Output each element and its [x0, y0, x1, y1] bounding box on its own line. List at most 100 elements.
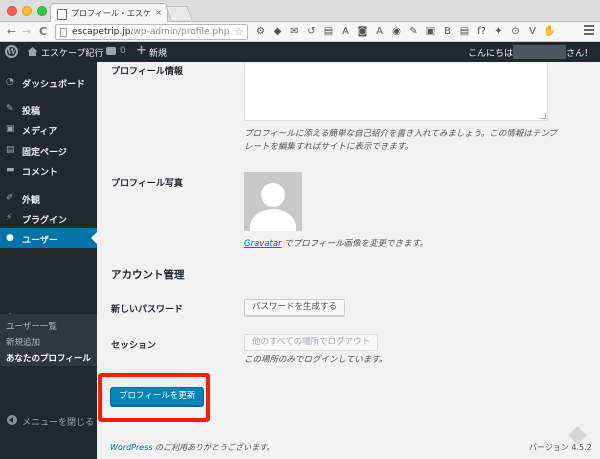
camera-ext-icon[interactable]: ◙	[356, 25, 369, 38]
sidebar-item-label: コメント	[22, 168, 59, 178]
collapse-arrow-icon	[7, 415, 17, 425]
tab-ext-icon[interactable]: ▤	[322, 25, 335, 38]
browser-window: プロフィール・エスケープ紀 × ← → C escapetrip.jp/wp-a…	[0, 0, 600, 459]
address-bar[interactable]: escapetrip.jp/wp-admin/profile.php ☆	[55, 24, 248, 40]
tab-title: プロフィール・エスケープ紀	[71, 9, 151, 18]
collapse-menu-label: メニューを閉じる	[22, 418, 95, 428]
site-name-link[interactable]: エスケープ紀行	[41, 46, 103, 59]
bio-textarea[interactable]	[244, 62, 548, 121]
record-ext-icon[interactable]: ◉	[390, 25, 403, 38]
account-management-heading: アカウント管理	[111, 269, 185, 281]
profile-avatar	[244, 172, 302, 231]
bold-ext-icon[interactable]: B	[441, 25, 454, 38]
bio-description: プロフィールに添える簡単な自己紹介を書き入れてみましょう。この情報はテンプレート…	[244, 129, 558, 152]
minimize-window-button[interactable]	[22, 6, 32, 16]
sidebar-item-label: ダッシュボード	[22, 80, 86, 90]
comments-icon[interactable]	[106, 47, 116, 55]
new-content-link[interactable]: 新規	[149, 46, 167, 59]
submenu-add-new[interactable]: 新規追加	[6, 336, 40, 348]
hand-ext-icon[interactable]: ✋	[543, 25, 556, 38]
dashboard-icon: ◔	[6, 77, 14, 87]
sidebar-item-label: 固定ページ	[22, 148, 67, 158]
home-icon	[27, 47, 38, 56]
sidebar-item-3[interactable]: ▤ 固定ページ	[0, 140, 97, 160]
brush-icon: ✐	[6, 193, 14, 203]
dropper-ext-icon[interactable]: ✦	[492, 25, 505, 38]
sidebar-item-1[interactable]: ✎ 投稿	[0, 99, 97, 119]
sidebar-item-label: メディア	[22, 127, 58, 137]
greeting-suffix[interactable]: さん！	[566, 46, 593, 59]
sidebar-item-label: 投稿	[22, 107, 41, 117]
wp-admin-bar: W エスケープ紀行 0 + 新規 こんにちは、 さん！	[0, 42, 600, 62]
resize-handle-icon[interactable]	[540, 113, 546, 119]
footer-version: バージョン 4.5.2	[529, 443, 592, 452]
footer-text: のご利用ありがとうございます。	[152, 443, 275, 452]
sidebar-item-label: 外観	[22, 196, 41, 206]
font-ext-icon[interactable]: A	[339, 25, 352, 38]
generate-password-button[interactable]: パスワードを生成する	[244, 299, 346, 316]
translate-ext-icon[interactable]: A	[373, 25, 386, 38]
settings-ext-icon[interactable]: ⚙	[254, 25, 267, 38]
browser-menu-icon[interactable]	[584, 25, 594, 37]
mail-ext-icon[interactable]: ✉	[288, 25, 301, 38]
gravatar-description: Gravatar でプロフィール画像を変更できます。	[244, 237, 428, 249]
plug-icon: ⚡	[6, 213, 13, 223]
tab-profile[interactable]: プロフィール・エスケープ紀 ×	[50, 3, 168, 23]
collapse-menu-button[interactable]: メニューを閉じる	[0, 410, 97, 430]
close-window-button[interactable]	[7, 6, 17, 16]
sidebar-item-2[interactable]: ▣ メディア	[0, 119, 97, 139]
vue-ext-icon[interactable]: V	[526, 25, 539, 38]
zoom-window-button[interactable]	[37, 6, 47, 16]
sessions-label: セッション	[111, 341, 157, 351]
comment-icon: ▬	[6, 165, 15, 175]
plus-icon[interactable]: +	[136, 43, 147, 58]
wordpress-logo-icon[interactable]: W	[5, 45, 18, 58]
url-path: /wp-admin/profile.php	[130, 27, 230, 37]
circle-ext-icon[interactable]: ⊙	[509, 25, 522, 38]
profile-photo-label: プロフィール写真	[111, 179, 183, 189]
back-arrow-icon[interactable]: ←	[7, 25, 16, 38]
notes-ext-icon[interactable]: ▤	[458, 25, 471, 38]
sidebar-item-6[interactable]: ⚡ プラグイン	[0, 208, 97, 228]
gravatar-text: でプロフィール画像を変更できます。	[281, 239, 428, 249]
pen-ext-icon[interactable]: ✎	[407, 25, 420, 38]
url-host: escapetrip.jp	[72, 27, 131, 37]
bio-label: プロフィール情報	[111, 67, 183, 77]
media-icon: ▣	[6, 124, 15, 134]
sidebar-item-0[interactable]: ◔ ダッシュボード	[0, 72, 97, 92]
evernote-ext-icon[interactable]: ↺	[305, 25, 318, 38]
pocket-ext-icon[interactable]: ◆	[271, 25, 284, 38]
reload-icon[interactable]: C	[39, 25, 47, 38]
tab-close-icon[interactable]: ×	[155, 8, 162, 17]
footer-thanks: WordPress のご利用ありがとうございます。	[110, 442, 274, 453]
redacted-username	[513, 45, 566, 59]
new-password-label: 新しいパスワード	[111, 305, 184, 315]
sidebar-item-4[interactable]: ▬ コメント	[0, 160, 97, 180]
admin-sidebar: ◔ ダッシュボード ✎ 投稿 ▣ メディア ▤ 固定ページ ▬ コメント ✐ 外観 ⚡ プラグイン ● ユーザ…	[0, 62, 97, 459]
forward-arrow-icon[interactable]: →	[22, 25, 31, 38]
sidebar-item-5[interactable]: ✐ 外観	[0, 188, 97, 208]
users-submenu: ユーザー一覧 新規追加 あなたのプロフィール	[0, 314, 97, 366]
sidebar-item-7[interactable]: ● ユーザー	[0, 228, 97, 248]
bookmark-star-icon[interactable]: ☆	[234, 25, 244, 38]
formula-ext-icon[interactable]: f?	[475, 25, 488, 38]
url-text: escapetrip.jp/wp-admin/profile.php	[72, 27, 229, 37]
user-icon: ●	[6, 233, 14, 243]
update-profile-button[interactable]: プロフィールを更新	[110, 387, 205, 406]
pin-icon: ✎	[6, 104, 14, 114]
screenshot-ext-icon[interactable]: ▣	[424, 25, 437, 38]
comments-count[interactable]: 0	[120, 46, 126, 56]
sidebar-item-label: ユーザー	[22, 236, 58, 246]
sidebar-item-label: プラグイン	[22, 216, 68, 226]
gravatar-link[interactable]: Gravatar	[244, 239, 282, 249]
wordpress-link[interactable]: WordPress	[110, 443, 153, 452]
submenu-your-profile[interactable]: あなたのプロフィール	[6, 352, 91, 364]
sessions-description: この場所のみでログインしています。	[244, 355, 388, 365]
page-info-icon[interactable]	[60, 28, 67, 37]
submenu-user-list[interactable]: ユーザー一覧	[6, 320, 57, 332]
page-icon: ▤	[6, 145, 15, 155]
new-tab-button[interactable]	[165, 6, 193, 20]
profile-main: プロフィール情報 プロフィールに添える簡単な自己紹介を書き入れてみましょう。この…	[97, 62, 600, 459]
logout-everywhere-button[interactable]: 他のすべての場所でログアウト	[244, 334, 379, 351]
tab-bar: プロフィール・エスケープ紀 ×	[0, 0, 600, 23]
